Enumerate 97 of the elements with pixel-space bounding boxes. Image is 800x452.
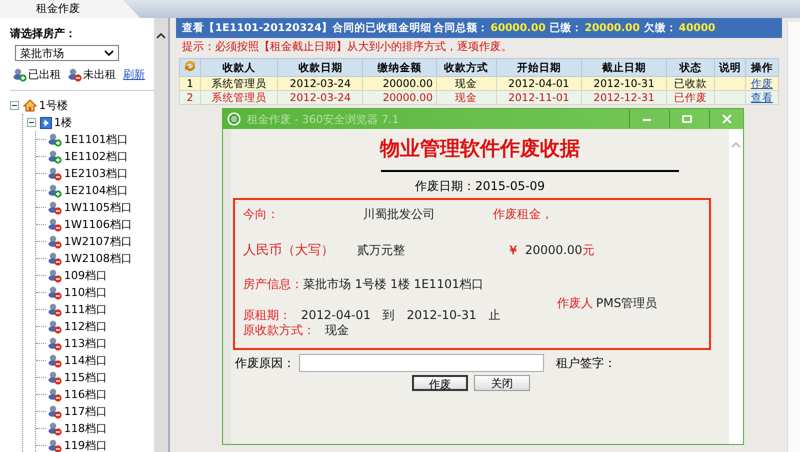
tree-item[interactable]: 1E1101档口	[64, 132, 128, 147]
collapse-toggle-icon[interactable]	[10, 101, 19, 110]
page-tab[interactable]: 租金作废	[0, 0, 140, 18]
tree-item[interactable]: 1E2104档口	[64, 183, 128, 198]
column-header: 说明	[714, 58, 746, 76]
field-label: 作废租金，	[493, 206, 553, 223]
paid-value: 20000.00	[584, 22, 640, 34]
field-value: 川蜀批发公司	[363, 206, 436, 223]
table-cell: 现金	[436, 76, 496, 90]
field-value: 现金	[324, 322, 349, 339]
field-label: 今向：	[243, 206, 280, 223]
house-icon	[23, 99, 37, 112]
owed-label: 欠缴：	[644, 21, 677, 35]
refresh-icon[interactable]	[182, 59, 198, 73]
floor-icon	[40, 116, 52, 128]
field-label: 房产信息：	[243, 276, 303, 293]
table-cell: 2012-12-31	[581, 90, 667, 104]
tree-item[interactable]: 1W1106档口	[64, 217, 132, 232]
reason-label: 作废原因：	[235, 354, 295, 372]
tree-item[interactable]: 118档口	[64, 421, 107, 436]
table-cell: 2	[180, 90, 200, 104]
table-cell: 2012-10-31	[581, 76, 667, 90]
reason-input-field[interactable]	[299, 354, 544, 372]
scrollbar[interactable]	[729, 129, 743, 444]
table-cell: 2012-11-01	[496, 90, 582, 104]
amount-value: 20000.00	[525, 243, 582, 257]
column-header: 收款人	[200, 58, 278, 76]
column-header: 截止日期	[581, 58, 667, 76]
tree-item[interactable]: 110档口	[64, 285, 107, 300]
column-header: 收款日期	[278, 58, 363, 76]
tree-item[interactable]: 1W2107档口	[64, 234, 132, 249]
column-header: 缴纳金额	[362, 58, 436, 76]
field-value: 菜批市场 1号楼 1楼 1E1101档口	[303, 276, 484, 293]
tree-item[interactable]: 1W1105档口	[64, 200, 132, 215]
tree-item[interactable]: 1W2108档口	[64, 251, 132, 266]
field-label: 原收款方式：	[243, 322, 315, 339]
owed-value: 40000	[678, 22, 716, 34]
chevron-icon	[104, 50, 114, 56]
field-value: 贰万元整	[357, 242, 406, 258]
table-cell: 2012-03-24	[278, 76, 363, 90]
tree-item[interactable]: 115档口	[64, 370, 107, 385]
legend-label: 未出租	[83, 67, 116, 82]
dialog-title: 租金作废 - 360安全浏览器 7.1	[247, 112, 399, 126]
tree-item[interactable]: 109档口	[64, 268, 107, 283]
column-header: 开始日期	[496, 58, 582, 76]
paid-label: 已缴：	[550, 21, 583, 35]
tree-item[interactable]: 1楼	[54, 115, 72, 130]
tree-item[interactable]: 113档口	[64, 336, 107, 351]
field-value: PMS管理员	[596, 295, 658, 312]
field-label: 作废人	[557, 295, 593, 312]
field-label: 人民币（大写）	[243, 242, 335, 259]
field-label: 原租期：	[243, 307, 291, 324]
unit-label: 元	[582, 242, 594, 258]
header-title: 查看【1E1101-20120324】合同的已收租金明细	[182, 21, 432, 35]
market-select[interactable]: 菜批市场	[15, 45, 119, 61]
total-value: 60000.00	[490, 22, 546, 34]
tree-item[interactable]: 114档口	[64, 353, 107, 368]
legend-label: 已出租	[28, 67, 61, 82]
tree-item[interactable]: 117档口	[64, 404, 107, 419]
refresh-link[interactable]: 刷新	[123, 67, 145, 82]
browser-icon	[227, 112, 241, 126]
close-icon	[722, 114, 732, 124]
table-cell: 2012-03-24	[278, 90, 363, 104]
tree-item[interactable]: 1E1102档口	[64, 149, 128, 164]
table-cell: 已作废	[666, 90, 715, 104]
table-cell: 20000.00	[362, 90, 436, 104]
currency-sign: ￥	[507, 242, 519, 258]
table-cell: 20000.00	[362, 76, 436, 90]
tree-item[interactable]: 1E2103档口	[64, 166, 128, 181]
scroll-up-icon[interactable]	[156, 32, 166, 39]
close-dialog-button[interactable]: 关闭	[474, 375, 530, 391]
tree-item[interactable]: 116档口	[64, 387, 107, 402]
table-cell: 现金	[436, 90, 496, 104]
tree-item[interactable]: 119档口	[64, 438, 107, 452]
tree-item[interactable]: 1号楼	[39, 98, 68, 113]
table-cell: 2012-04-01	[496, 76, 582, 90]
receipt-title: 物业管理软件作废收据	[380, 135, 580, 162]
table-cell: 1	[180, 76, 200, 90]
signature-label: 租户签字：	[556, 354, 616, 372]
collapse-toggle-icon[interactable]	[27, 118, 36, 127]
scrollbar[interactable]	[154, 18, 168, 452]
void-button[interactable]: 作废	[412, 375, 468, 391]
column-header: 状态	[666, 58, 715, 76]
table-cell: 系统管理员	[200, 76, 278, 90]
void-date: 作废日期：2015-05-09	[415, 178, 545, 195]
tree-item[interactable]: 112档口	[64, 319, 107, 334]
hint-text: 提示：必须按照【租金截止日期】从大到小的排序方式，逐项作废。	[181, 39, 513, 55]
total-label: 合同总额：	[434, 21, 489, 35]
column-header: 操作	[745, 58, 778, 76]
sidebar-heading: 请选择房产：	[10, 26, 77, 41]
field-value: 2012-04-01 到 2012-10-31 止	[300, 307, 500, 324]
maximize-icon	[682, 114, 692, 124]
tree-item[interactable]: 111档口	[64, 302, 107, 317]
table-cell: 已收款	[666, 76, 715, 90]
table-cell: 系统管理员	[200, 90, 278, 104]
scrollbar[interactable]	[787, 22, 800, 452]
column-header: 收款方式	[436, 58, 496, 76]
